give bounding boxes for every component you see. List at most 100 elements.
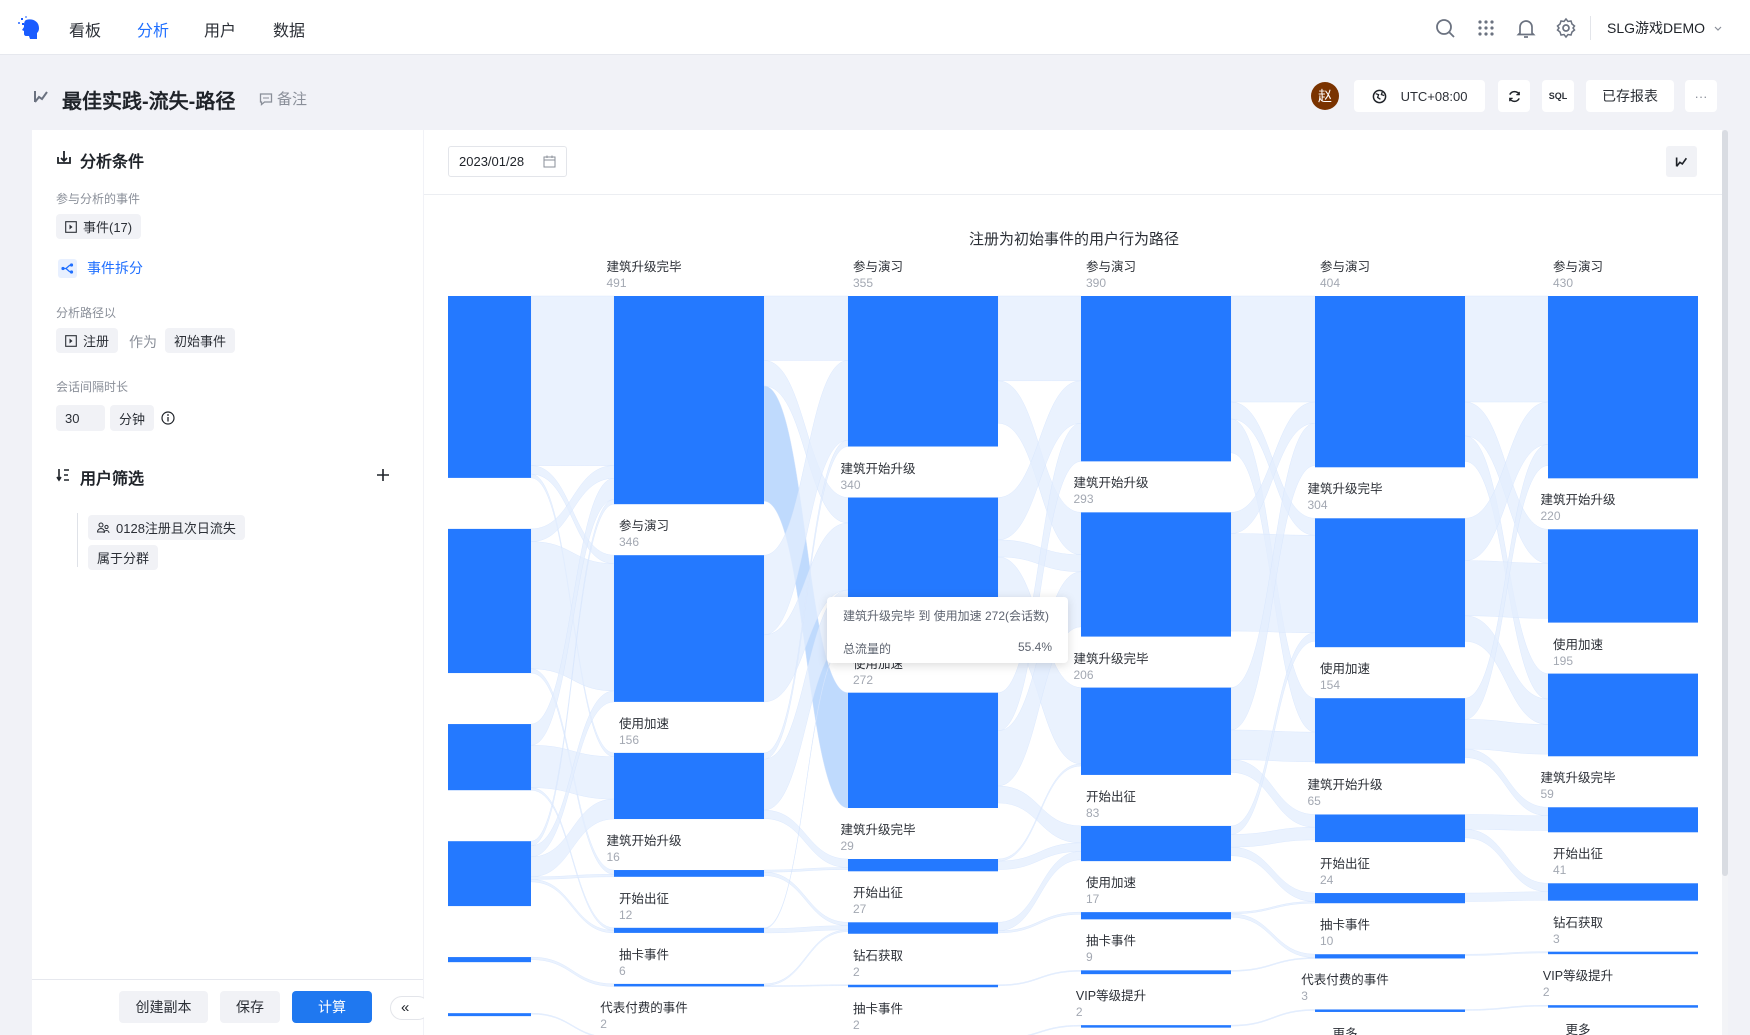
sankey-node-label[interactable]: 抽卡事件 10 <box>1320 917 1370 949</box>
node-name: 参与演习 <box>852 260 904 274</box>
session-label: 会话间隔时长 <box>56 380 129 394</box>
sankey-node-label[interactable]: 建筑升级完毕 206 <box>1073 651 1148 683</box>
nav-kanban[interactable]: 看板 <box>69 17 101 41</box>
nav-analysis[interactable]: 分析 <box>137 17 169 41</box>
node-name: 建筑开始升级 <box>1540 493 1616 508</box>
compute-button[interactable]: 计算 <box>292 991 372 1023</box>
event-icon <box>65 334 77 347</box>
logo-icon[interactable] <box>16 14 44 42</box>
sankey-node-label[interactable]: 建筑开始升级 220 <box>1540 492 1615 524</box>
path-event-chip[interactable]: 注册 <box>56 328 119 353</box>
info-icon[interactable] <box>161 411 175 425</box>
node-count: 156 <box>618 732 640 747</box>
segment-operator-select[interactable]: 属于分群 <box>88 545 159 570</box>
node-name: 钻石获取 <box>1552 915 1604 930</box>
sankey-node-label[interactable]: 参与演习 346 <box>619 518 669 550</box>
node-count: 17 <box>1085 892 1100 907</box>
sankey-node-label[interactable]: 使用加速 195 <box>1553 637 1603 669</box>
node-name: 抽卡事件 <box>618 947 670 962</box>
node-name: 抽卡事件 <box>852 1002 904 1017</box>
node-name: 代表付费的事件 <box>1301 973 1389 988</box>
sql-button[interactable]: SQL <box>1542 80 1574 112</box>
sankey-node-label[interactable]: 参与演习 355 <box>853 259 903 291</box>
scrollbar-thumb[interactable] <box>1722 130 1728 876</box>
event-split-button[interactable]: 事件拆分 <box>58 258 143 278</box>
sankey-node-label[interactable]: 更多 <box>1332 1026 1357 1035</box>
project-switcher[interactable]: SLG游戏DEMO <box>1607 18 1723 38</box>
node-count: 2 <box>1075 1005 1083 1020</box>
chart-panel: 2023/01/28 注册为初始事件的用户行为路径 建筑升级完毕 491 参与演习 3… <box>424 130 1728 1035</box>
node-name: 开始出征 <box>1085 789 1137 804</box>
segment-chip-label: 0128注册且次日流失 <box>116 521 236 536</box>
node-count: 272 <box>852 672 874 687</box>
filter-tree-line <box>77 513 78 567</box>
search-icon[interactable] <box>1434 17 1456 39</box>
sankey-node-label[interactable]: 建筑升级完毕 304 <box>1307 481 1382 513</box>
node-count: 10 <box>1319 934 1334 949</box>
node-name: 建筑开始升级 <box>606 834 682 849</box>
sankey-node-label[interactable]: VIP等级提升 2 <box>1076 988 1146 1020</box>
sankey-node-label[interactable]: 参与演习 430 <box>1553 259 1603 291</box>
segment-chip[interactable]: 0128注册且次日流失 <box>88 515 245 540</box>
save-button[interactable]: 保存 <box>220 991 280 1023</box>
sankey-node-label[interactable]: 钻石获取 3 <box>1553 915 1603 947</box>
path-role-select[interactable]: 初始事件 <box>165 328 236 353</box>
avatar[interactable]: 赵 <box>1311 82 1339 110</box>
sankey-node-label[interactable]: VIP等级提升 2 <box>1543 968 1613 1000</box>
user-group-icon <box>97 522 110 533</box>
sankey-node-label[interactable]: 使用加速 154 <box>1320 661 1370 693</box>
sankey-node-label[interactable]: 抽卡事件 6 <box>619 947 669 979</box>
sankey-node-label[interactable]: 抽卡事件 2 <box>853 1001 903 1033</box>
sankey-node-label[interactable]: 建筑开始升级 16 <box>606 833 681 865</box>
gear-icon[interactable] <box>1555 17 1577 39</box>
sankey-node-label[interactable]: 代表付费的事件 3 <box>1301 972 1389 1004</box>
sankey-node-label[interactable]: 开始出征 83 <box>1086 789 1136 821</box>
bell-icon[interactable] <box>1515 17 1537 39</box>
sankey-node-label[interactable]: 建筑升级完毕 59 <box>1540 770 1615 802</box>
node-count: 346 <box>618 535 640 550</box>
sankey-node-label[interactable]: 建筑开始升级 293 <box>1073 475 1148 507</box>
session-unit-select[interactable]: 分钟 <box>110 405 155 431</box>
sankey-node-label[interactable]: 开始出征 41 <box>1553 846 1603 878</box>
sankey-node-label[interactable]: 建筑升级完毕 491 <box>606 259 681 291</box>
sankey-node-label[interactable]: 建筑开始升级 65 <box>1307 777 1382 809</box>
refresh-button[interactable] <box>1498 80 1530 112</box>
sankey-node-label[interactable]: 开始出征 27 <box>853 885 903 917</box>
node-count: 340 <box>840 477 861 492</box>
sankey-node-label[interactable]: 钻石获取 2 <box>853 948 903 980</box>
nav-users[interactable]: 用户 <box>204 17 236 41</box>
node-name: VIP等级提升 <box>1542 969 1614 984</box>
node-count: 29 <box>840 839 854 853</box>
sankey-node-label[interactable]: 使用加速 156 <box>619 716 669 748</box>
node-count: 206 <box>1073 667 1094 682</box>
node-name: 代表付费的事件 <box>600 1001 688 1016</box>
path-as-text: 作为 <box>129 334 157 350</box>
create-copy-button[interactable]: 创建副本 <box>119 991 208 1023</box>
sankey-node-label[interactable]: 抽卡事件 9 <box>1086 933 1136 965</box>
sankey-node-label[interactable]: 建筑升级完毕 29 <box>840 822 915 854</box>
sankey-node-label[interactable]: 开始出征 12 <box>619 891 669 923</box>
sankey-node-label[interactable]: 开始出征 24 <box>1320 856 1370 888</box>
node-name: 建筑升级完毕 <box>1073 651 1149 666</box>
node-name: 建筑升级完毕 <box>1540 771 1616 786</box>
timezone-button[interactable]: UTC+08:00 <box>1354 80 1485 112</box>
sankey-node-label[interactable]: 代表付费的事件 2 <box>600 1000 688 1032</box>
nav-data[interactable]: 数据 <box>273 17 305 41</box>
sankey-node-label[interactable]: 更多 <box>1565 1022 1590 1035</box>
node-count: 404 <box>1319 276 1341 290</box>
events-chip[interactable]: 事件(17) <box>56 214 142 239</box>
node-name: 更多 <box>1565 1022 1591 1035</box>
apps-grid-icon[interactable] <box>1475 17 1497 39</box>
note-button[interactable]: 备注 <box>259 88 307 109</box>
sankey-node-label[interactable]: 使用加速 17 <box>1086 875 1136 907</box>
sankey-node-label[interactable]: 参与演习 390 <box>1086 259 1136 291</box>
analysis-conditions-panel: 分析条件 参与分析的事件 事件(17) 事件拆分 分析路径以 注册 作为 初始事… <box>32 130 430 1035</box>
add-filter-icon[interactable] <box>376 468 390 482</box>
saved-reports-button[interactable]: 已存报表 <box>1586 80 1674 112</box>
tooltip-value: 55.4% <box>1017 640 1052 654</box>
session-interval-input[interactable]: 30 <box>56 405 105 431</box>
scrollbar[interactable] <box>1722 130 1728 1035</box>
more-button[interactable]: ··· <box>1685 80 1717 112</box>
sankey-node-label[interactable]: 参与演习 404 <box>1320 259 1370 291</box>
sankey-node-label[interactable]: 建筑开始升级 340 <box>840 461 915 493</box>
